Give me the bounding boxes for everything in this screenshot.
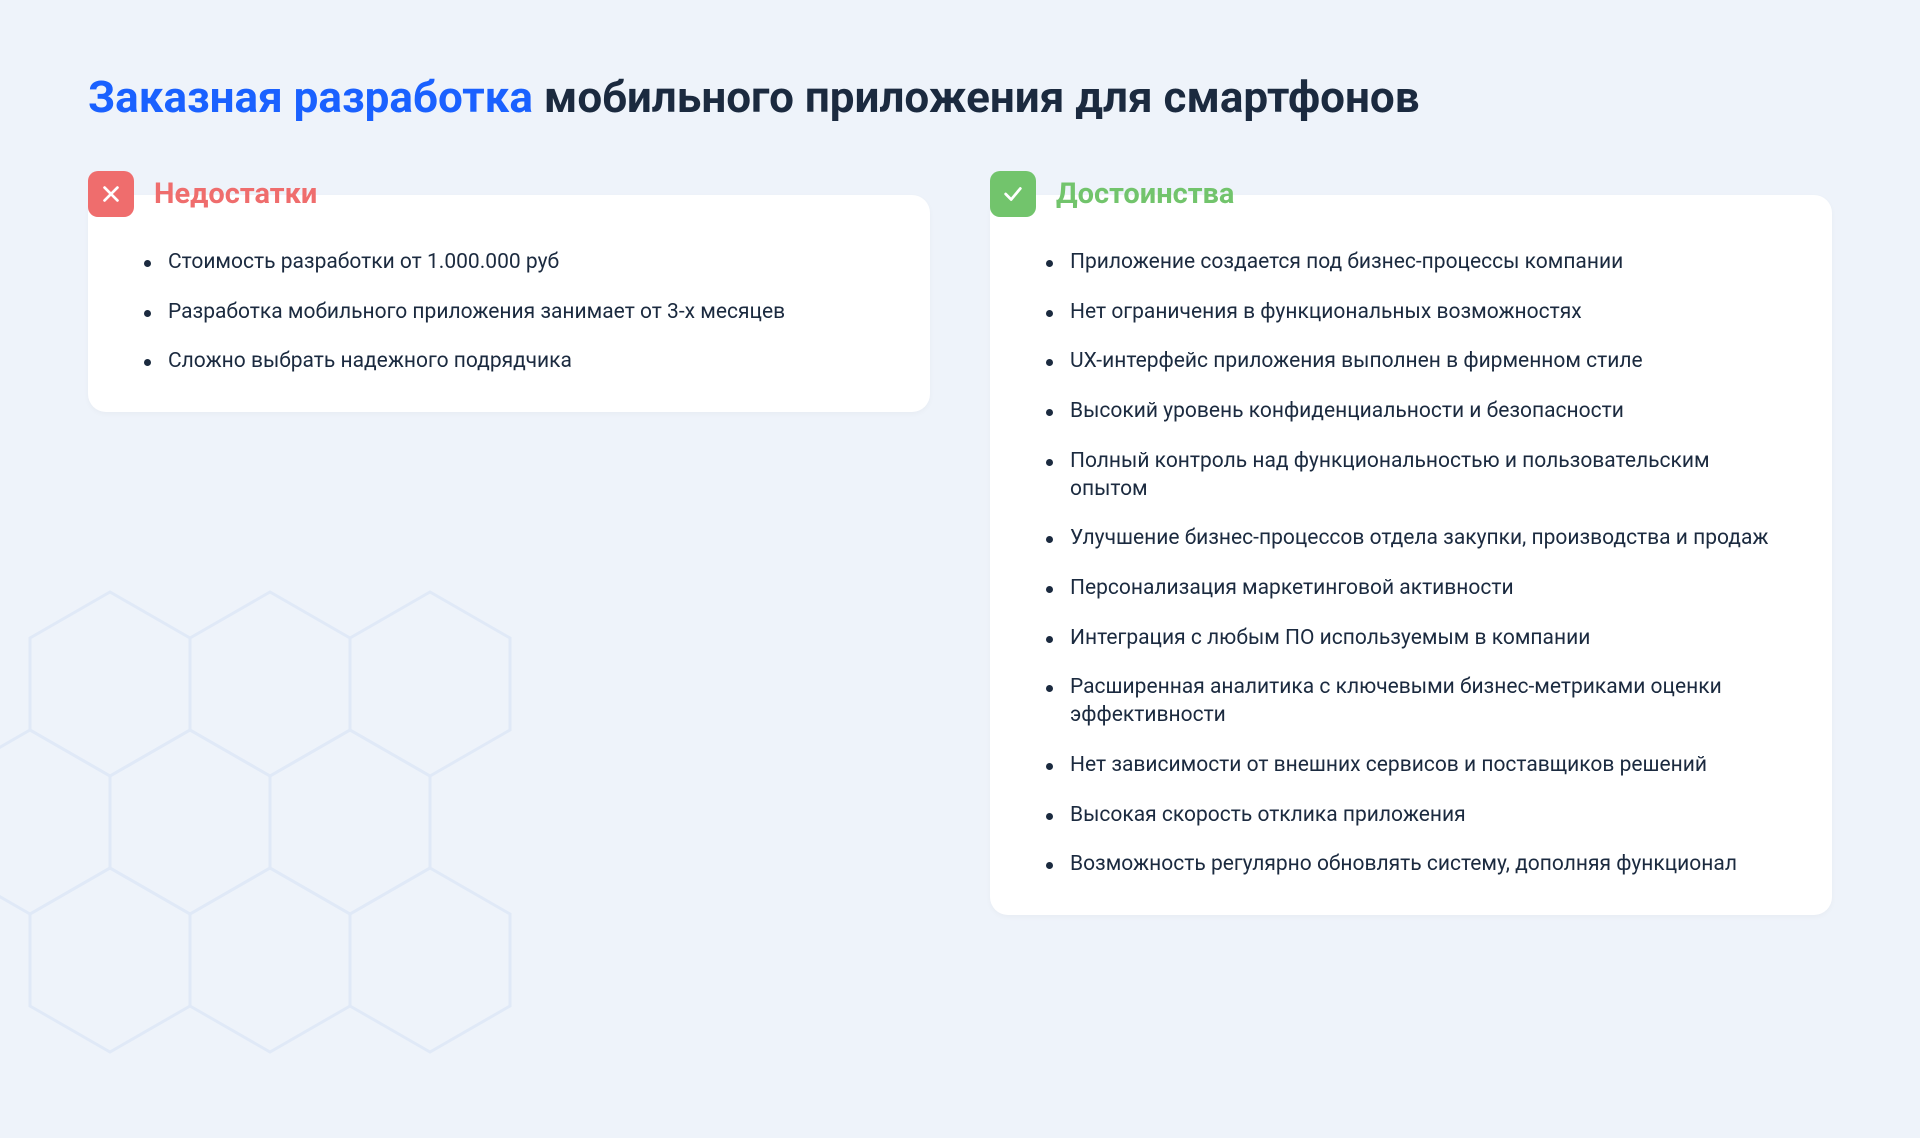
cons-list: Стоимость разработки от 1.000.000 руб Раз… [144, 249, 880, 376]
list-item: Разработка мобильного приложения занимае… [144, 299, 880, 327]
cons-card: Стоимость разработки от 1.000.000 руб Раз… [88, 195, 930, 412]
list-item: Нет зависимости от внешних сервисов и по… [1046, 752, 1782, 780]
list-item: Улучшение бизнес-процессов отдела закупк… [1046, 525, 1782, 553]
pros-column: Достоинства Приложение создается под биз… [990, 171, 1832, 915]
list-item: Приложение создается под бизнес-процессы… [1046, 249, 1782, 277]
cross-icon [88, 171, 134, 217]
list-item: Стоимость разработки от 1.000.000 руб [144, 249, 880, 277]
check-icon [990, 171, 1036, 217]
list-item: Интеграция с любым ПО используемым в ком… [1046, 625, 1782, 653]
title-accent: Заказная разработка [88, 71, 533, 123]
list-item: UX-интерфейс приложения выполнен в фирме… [1046, 348, 1782, 376]
list-item: Возможность регулярно обновлять систему,… [1046, 851, 1782, 879]
cons-header: Недостатки [88, 171, 930, 217]
title-rest: мобильного приложения для смартфонов [533, 71, 1420, 123]
list-item: Персонализация маркетинговой активности [1046, 575, 1782, 603]
page-title: Заказная разработка мобильного приложени… [88, 70, 1832, 125]
list-item: Полный контроль над функциональностью и … [1046, 448, 1782, 503]
list-item: Высокий уровень конфиденциальности и без… [1046, 398, 1782, 426]
list-item: Высокая скорость отклика приложения [1046, 802, 1782, 830]
pros-card: Приложение создается под бизнес-процессы… [990, 195, 1832, 915]
list-item: Расширенная аналитика с ключевыми бизнес… [1046, 674, 1782, 729]
columns: Недостатки Стоимость разработки от 1.000… [88, 171, 1832, 915]
cons-column: Недостатки Стоимость разработки от 1.000… [88, 171, 930, 412]
slide: Заказная разработка мобильного приложени… [0, 0, 1920, 1138]
cons-heading: Недостатки [154, 177, 317, 211]
pros-heading: Достоинства [1056, 177, 1234, 211]
list-item: Нет ограничения в функциональных возможн… [1046, 299, 1782, 327]
pros-list: Приложение создается под бизнес-процессы… [1046, 249, 1782, 879]
list-item: Сложно выбрать надежного подрядчика [144, 348, 880, 376]
pros-header: Достоинства [990, 171, 1832, 217]
